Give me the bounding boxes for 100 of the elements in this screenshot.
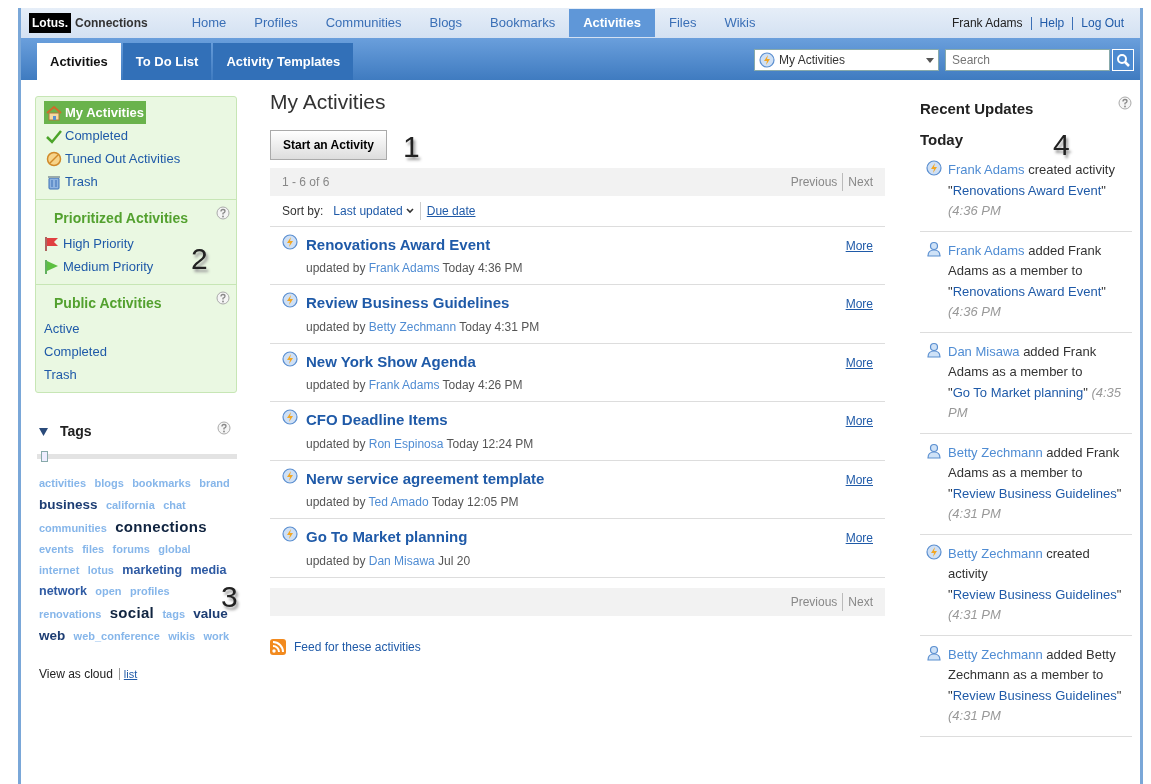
person-link[interactable]: Betty Zechmann <box>948 545 1043 561</box>
nav-link[interactable]: Profiles <box>240 9 312 37</box>
activity-link[interactable]: Review Business Guidelines <box>952 586 1117 602</box>
nav-link[interactable]: Blogs <box>415 9 477 37</box>
tag-link[interactable]: web <box>39 625 66 646</box>
slider-thumb[interactable] <box>41 451 48 462</box>
feed-link[interactable]: Feed for these activities <box>294 637 421 656</box>
activity-link[interactable]: Review Business Guidelines <box>952 485 1117 501</box>
update-text: Betty Zechmann created activity "Review Business Guidelines" (4:31 PM <box>948 544 1123 624</box>
author-link[interactable]: Dan Misawa <box>368 553 435 568</box>
update-text: Betty Zechmann added Frank Adams as a member to "Review Business Guidelines" (4:31 PM <box>948 443 1123 523</box>
author-link[interactable]: Frank Adams <box>368 261 440 275</box>
previous-link[interactable]: Previous <box>790 172 844 191</box>
flag-icon <box>44 235 60 252</box>
tag-link[interactable]: social <box>109 602 155 623</box>
tag-link[interactable]: connections <box>115 516 207 537</box>
tag-link[interactable]: marketing <box>122 560 183 581</box>
tag-link[interactable]: business <box>39 494 98 515</box>
person-link[interactable]: Betty Zechmann <box>948 444 1043 460</box>
activity-title[interactable]: Renovations Award Event <box>306 235 491 253</box>
more-link[interactable]: More <box>845 353 873 372</box>
lightning-icon <box>282 350 298 367</box>
header-link[interactable]: Help <box>1030 16 1073 30</box>
lightning-icon <box>282 409 298 425</box>
page-title: My Activities <box>270 89 387 115</box>
scope-dropdown[interactable]: My Activities <box>754 49 939 71</box>
tab[interactable]: Activity Templates <box>213 42 354 80</box>
tab[interactable]: Activities <box>37 42 121 80</box>
nav-link[interactable]: Files <box>654 9 711 37</box>
caret-icon <box>926 57 934 63</box>
flag-icon <box>44 258 60 275</box>
more-link[interactable]: More <box>845 295 873 313</box>
prohibited-icon <box>46 150 62 167</box>
sidebar-item[interactable]: My Activities <box>44 101 146 124</box>
activity-meta: updated by Betty Zechmann Today 4:31 PM <box>306 318 541 336</box>
collapse-triangle-icon[interactable] <box>39 427 48 436</box>
activity-link[interactable]: Renovations Award Event <box>952 283 1102 299</box>
callout-number: 3 <box>221 582 238 612</box>
update-text: Betty Zechmann added Betty Zechmann as a member to "Review Business Guidelines" (4:31 PM <box>948 645 1123 725</box>
activity-title[interactable]: Review Business Guidelines <box>306 294 510 311</box>
tag-link[interactable]: network <box>39 581 87 602</box>
header-link[interactable]: Log Out <box>1072 16 1132 30</box>
tab[interactable]: To Do List <box>122 42 212 80</box>
activity-title[interactable]: CFO Deadline Items <box>306 411 448 428</box>
sidebar-item[interactable]: Completed <box>44 340 109 363</box>
activity-title[interactable]: Nerw service agreement template <box>306 469 545 487</box>
next-link[interactable]: Next <box>843 172 873 191</box>
person-icon <box>926 240 942 257</box>
sort-option[interactable]: Due date <box>426 201 476 220</box>
sort-option[interactable]: Last updated <box>333 201 421 220</box>
start-activity-button[interactable]: Start an Activity <box>270 129 387 160</box>
person-link[interactable]: Betty Zechmann <box>948 646 1043 662</box>
activity-meta: updated by Ted Amado Today 12:05 PM <box>306 494 520 511</box>
previous-link[interactable]: Previous <box>790 592 844 611</box>
person-link[interactable]: Dan Misawa <box>948 343 1020 359</box>
list-view-link[interactable]: list <box>118 668 138 680</box>
search-button[interactable] <box>1112 49 1134 71</box>
person-link[interactable]: Frank Adams <box>948 242 1025 258</box>
sidebar-item[interactable]: High Priority <box>44 232 136 255</box>
help-icon <box>216 206 230 220</box>
tag-link[interactable]: media <box>190 560 227 581</box>
author-link[interactable]: Betty Zechmann <box>368 319 457 334</box>
activity-link[interactable]: Go To Market planning <box>952 384 1084 400</box>
next-link[interactable]: Next <box>843 592 873 611</box>
person-icon <box>926 442 942 459</box>
more-link[interactable]: More <box>845 529 873 547</box>
nav-link[interactable]: Activities <box>569 9 655 37</box>
activity-link[interactable]: Renovations Award Event <box>952 182 1102 198</box>
author-link[interactable]: Ron Espinosa <box>368 436 444 451</box>
house-icon <box>46 104 62 121</box>
person-icon <box>926 644 942 661</box>
sidebar-item[interactable]: Trash <box>44 363 79 386</box>
section-title: Public Activities <box>53 294 162 313</box>
activity-title[interactable]: New York Show Agenda <box>306 352 476 370</box>
nav-link[interactable]: Bookmarks <box>476 9 570 37</box>
search-field[interactable]: Search <box>945 49 1110 71</box>
more-link[interactable]: More <box>845 236 873 255</box>
sidebar-item[interactable]: Tuned Out Activities <box>44 147 183 170</box>
author-link[interactable]: Frank Adams <box>368 378 440 392</box>
author-link[interactable]: Ted Amado <box>368 495 429 509</box>
sidebar-item[interactable]: Completed <box>44 124 130 147</box>
update-text: Dan Misawa added Frank Adams as a member to "Go To Market planning" (4:35 PM <box>948 342 1123 422</box>
activity-title[interactable]: Go To Market planning <box>306 528 468 545</box>
more-link[interactable]: More <box>845 470 873 489</box>
activity-meta: updated by Frank Adams Today 4:26 PM <box>306 377 524 394</box>
nav-link[interactable]: Communities <box>311 9 416 37</box>
nav-link[interactable]: Home <box>177 9 241 37</box>
sidebar-item[interactable]: Trash <box>44 170 100 193</box>
panel-title: Recent Updates <box>920 99 1034 119</box>
nav-link[interactable]: Wikis <box>710 9 770 37</box>
sidebar-item[interactable]: Active <box>44 317 82 340</box>
person-icon <box>926 341 942 358</box>
person-link[interactable]: Frank Adams <box>948 162 1025 177</box>
more-link[interactable]: More <box>845 412 873 430</box>
lightning-icon <box>282 467 298 484</box>
section-title: Prioritized Activities <box>53 209 189 228</box>
logo: Lotus. Connections <box>29 13 148 33</box>
sidebar-item[interactable]: Medium Priority <box>44 255 156 278</box>
user-name: Frank Adams <box>950 16 1024 30</box>
activity-link[interactable]: Review Business Guidelines <box>952 687 1117 703</box>
